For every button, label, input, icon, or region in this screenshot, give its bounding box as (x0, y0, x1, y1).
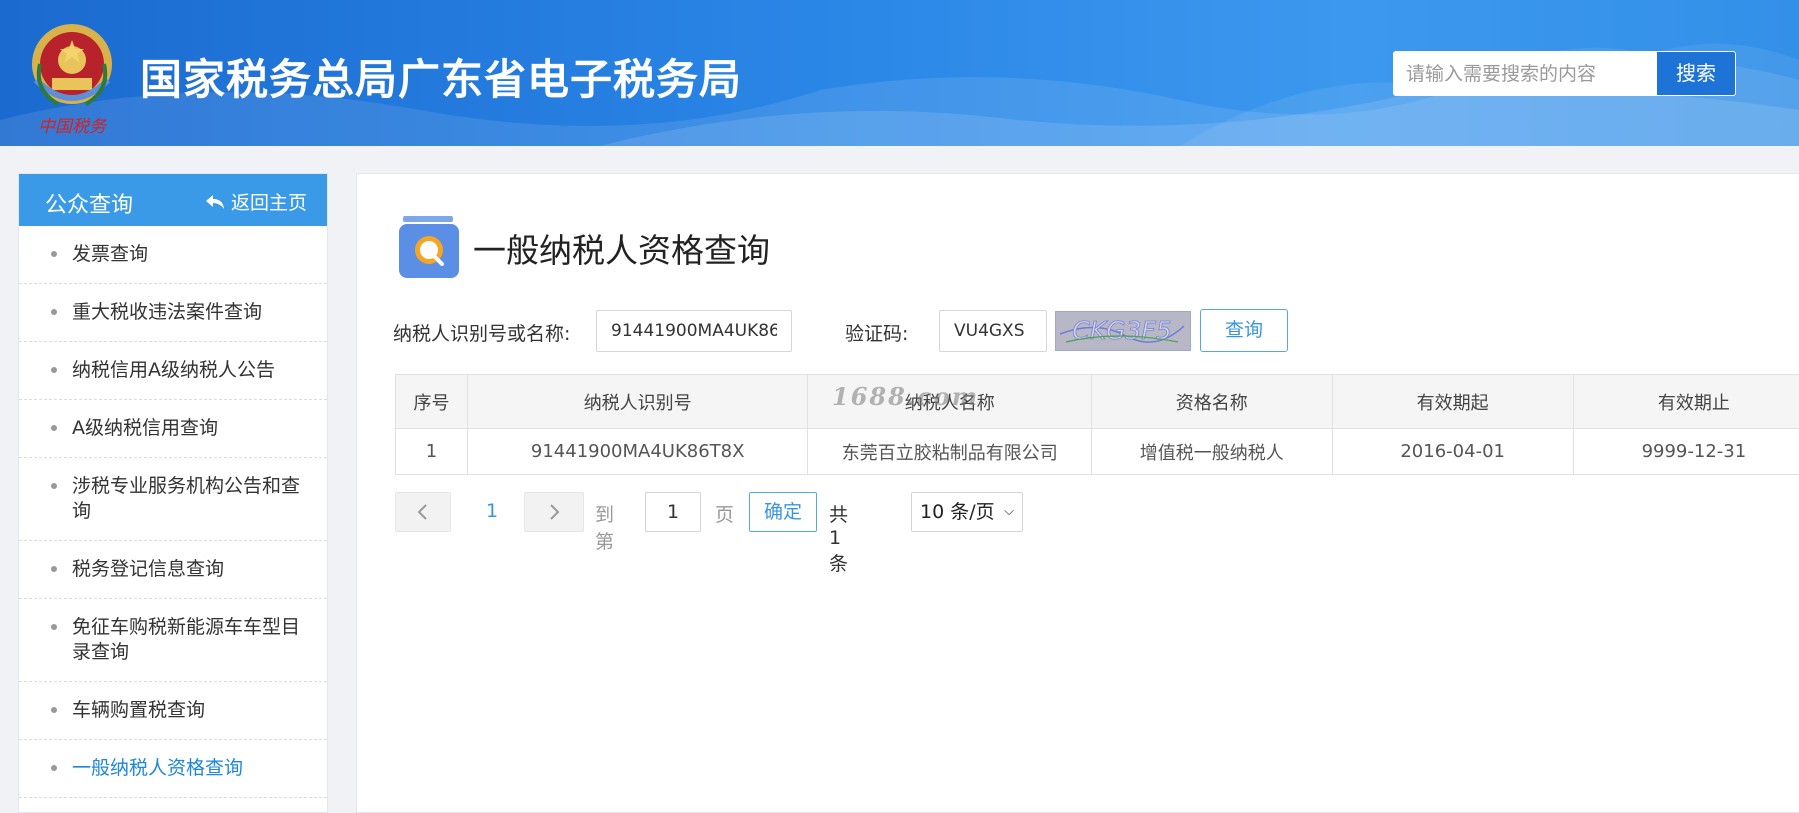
sidebar-item-vehicle-purchase-tax-query[interactable]: 车辆购置税查询 (19, 682, 327, 740)
sidebar-item-a-level-credit-query[interactable]: A级纳税信用查询 (19, 400, 327, 458)
site-header: 中国税务 国家税务总局广东省电子税务局 搜索 (0, 0, 1799, 146)
sidebar-item-label: 发票查询 (72, 243, 148, 265)
back-home-link[interactable]: 返回主页 (205, 188, 307, 215)
sidebar: 公众查询 返回主页 发票查询 重大税收违法案件查询 纳税信用A级纳税人公告 A级… (18, 173, 328, 813)
bullet-icon (51, 566, 57, 572)
result-table: 序号 纳税人识别号 纳税人名称 资格名称 有效期起 有效期止 1 9144190… (395, 374, 1799, 475)
tax-emblem-logo[interactable]: 中国税务 (26, 20, 118, 136)
sidebar-header: 公众查询 返回主页 (19, 174, 327, 226)
sidebar-item-label: 车辆购置税查询 (72, 699, 205, 721)
bullet-icon (51, 765, 57, 771)
query-document-icon (399, 216, 459, 278)
column-header-valid-from: 有效期起 (1332, 375, 1573, 429)
main-panel: 一般纳税人资格查询 纳税人识别号或名称: 验证码: CKG3F5 查询 序号 纳… (356, 173, 1799, 813)
taxpayer-id-label: 纳税人识别号或名称: (393, 319, 570, 346)
goto-label: 到第 (595, 500, 614, 554)
site-title: 国家税务总局广东省电子税务局 (140, 46, 742, 107)
bullet-icon (51, 425, 57, 431)
sidebar-item-general-taxpayer-query[interactable]: 一般纳税人资格查询 (19, 740, 327, 798)
search-button[interactable]: 搜索 (1656, 51, 1736, 96)
cell-valid-from: 2016-04-01 (1332, 429, 1573, 475)
taxpayer-id-input[interactable] (596, 310, 792, 352)
column-header-taxpayer-id: 纳税人识别号 (467, 375, 807, 429)
page-unit-label: 页 (715, 500, 734, 527)
captcha-label: 验证码: (845, 319, 908, 346)
sidebar-item-label: A级纳税信用查询 (72, 417, 218, 439)
cell-index: 1 (396, 429, 468, 475)
page-size-select[interactable]: 10 条/页 ⌵ (911, 492, 1023, 532)
sidebar-title: 公众查询 (45, 187, 133, 219)
goto-confirm-button[interactable]: 确定 (749, 492, 817, 532)
page-size-value: 10 条/页 (920, 501, 995, 523)
chevron-right-icon (547, 502, 561, 522)
cell-taxpayer-name: 东莞百立胶粘制品有限公司 (808, 429, 1092, 475)
bullet-icon (51, 251, 57, 257)
column-header-valid-to: 有效期止 (1573, 375, 1799, 429)
chevron-down-icon: ⌵ (1004, 493, 1014, 531)
sidebar-item-tax-agency-query[interactable]: 涉税专业服务机构公告和查询 (19, 458, 327, 541)
sidebar-item-invoice-query[interactable]: 发票查询 (19, 226, 327, 284)
sidebar-item-label: 一般纳税人资格查询 (72, 757, 243, 779)
sidebar-item-a-level-announcement[interactable]: 纳税信用A级纳税人公告 (19, 342, 327, 400)
bullet-icon (51, 707, 57, 713)
sidebar-item-major-violation-query[interactable]: 重大税收违法案件查询 (19, 284, 327, 342)
sidebar-item-label: 税务登记信息查询 (72, 558, 224, 580)
watermark: 1688.com (832, 382, 979, 411)
prev-page-button[interactable] (395, 492, 451, 532)
table-row: 1 91441900MA4UK86T8X 东莞百立胶粘制品有限公司 增值税一般纳… (396, 429, 1799, 475)
captcha-text: CKG3F5 (1072, 316, 1171, 345)
cell-taxpayer-id: 91441900MA4UK86T8X (467, 429, 807, 475)
bullet-icon (51, 483, 57, 489)
column-header-index: 序号 (396, 375, 468, 429)
current-page-number[interactable]: 1 (486, 500, 498, 522)
goto-page-input[interactable] (645, 492, 701, 532)
emblem-caption: 中国税务 (38, 117, 108, 136)
bullet-icon (51, 367, 57, 373)
reply-arrow-icon (205, 194, 225, 210)
column-header-qualification: 资格名称 (1092, 375, 1333, 429)
captcha-image[interactable]: CKG3F5 (1055, 311, 1191, 351)
query-button[interactable]: 查询 (1200, 309, 1288, 352)
page-title: 一般纳税人资格查询 (473, 224, 770, 272)
sidebar-item-registration-query[interactable]: 税务登记信息查询 (19, 541, 327, 599)
bullet-icon (51, 624, 57, 630)
sidebar-item-label: 免征车购税新能源车车型目录查询 (72, 616, 300, 663)
cell-qualification: 增值税一般纳税人 (1092, 429, 1333, 475)
table-header-row: 序号 纳税人识别号 纳税人名称 资格名称 有效期起 有效期止 (396, 375, 1799, 429)
cell-valid-to: 9999-12-31 (1573, 429, 1799, 475)
sidebar-item-label: 重大税收违法案件查询 (72, 301, 262, 323)
back-home-label: 返回主页 (231, 188, 307, 215)
total-count: 共 1 条 (829, 500, 848, 576)
header-search: 搜索 (1393, 51, 1736, 96)
sidebar-item-label: 涉税专业服务机构公告和查询 (72, 475, 300, 522)
chevron-left-icon (416, 502, 430, 522)
sidebar-item-new-energy-vehicle-query[interactable]: 免征车购税新能源车车型目录查询 (19, 599, 327, 682)
next-page-button[interactable] (524, 492, 584, 532)
captcha-input[interactable] (939, 310, 1047, 352)
bullet-icon (51, 309, 57, 315)
sidebar-item-label: 纳税信用A级纳税人公告 (72, 359, 275, 381)
search-input[interactable] (1393, 51, 1656, 96)
